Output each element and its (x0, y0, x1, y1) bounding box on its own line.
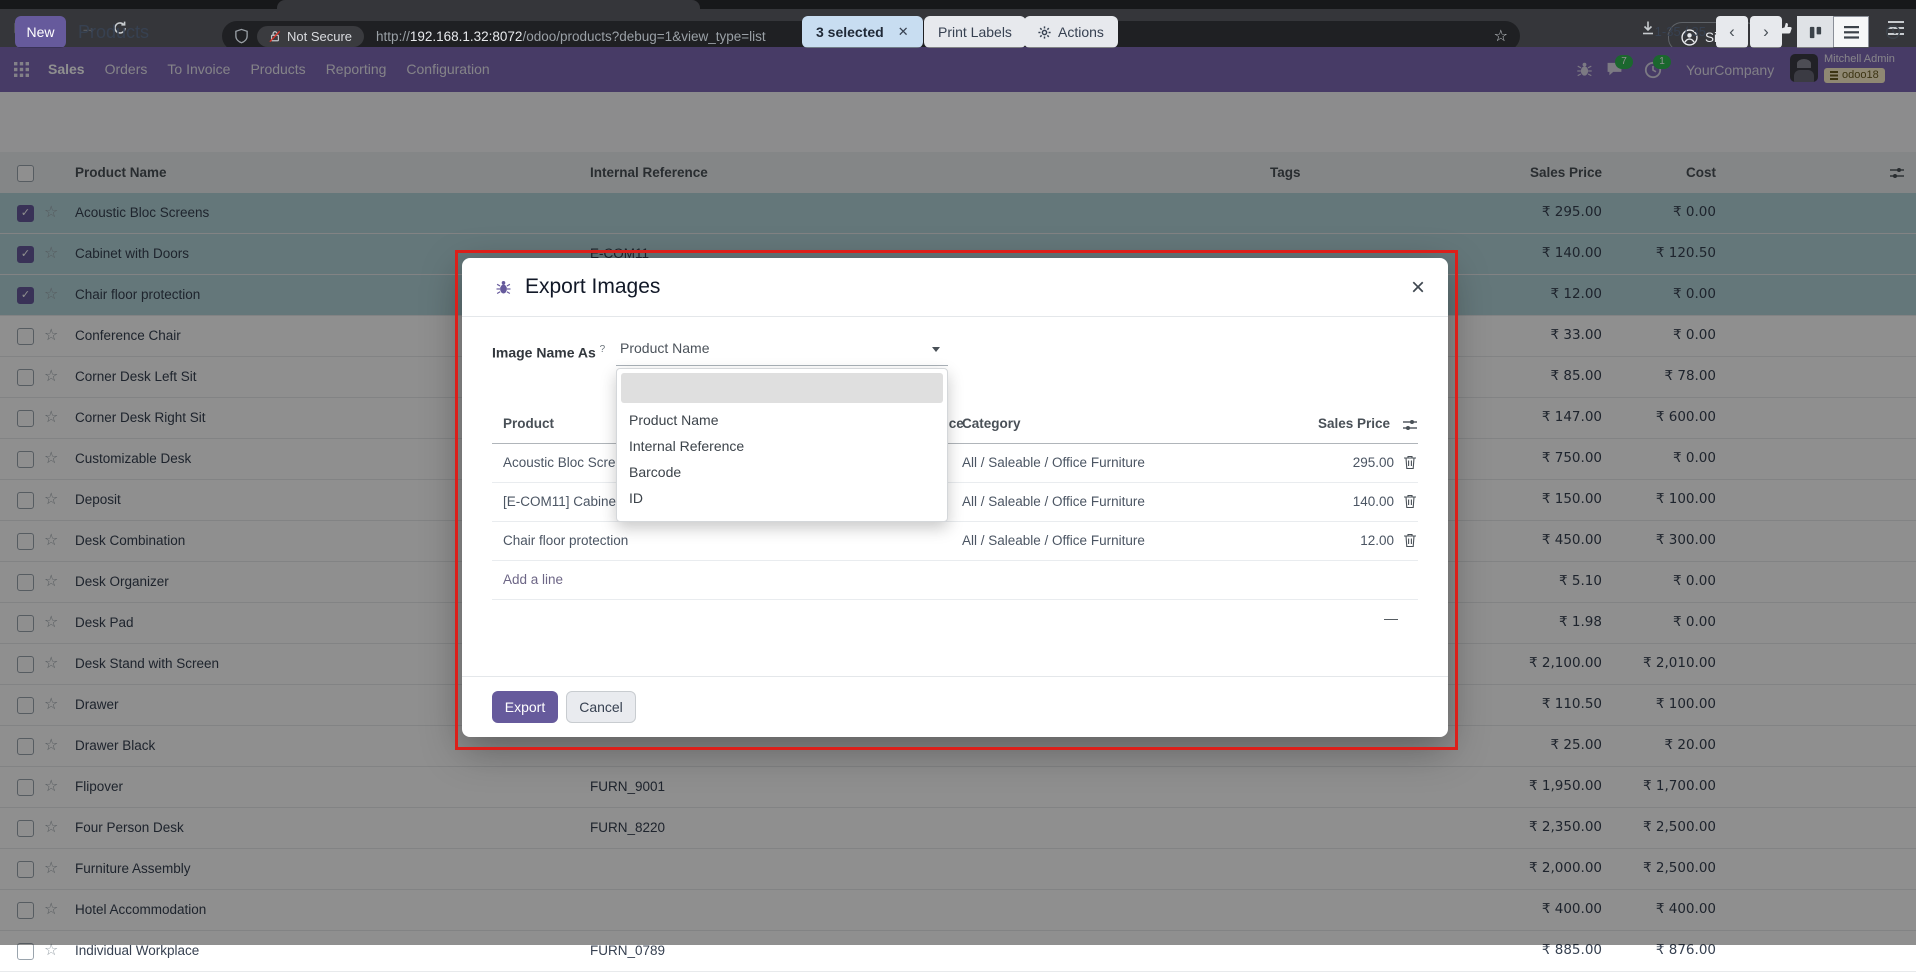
delete-line-icon[interactable] (1403, 533, 1417, 548)
cancel-button[interactable]: Cancel (566, 691, 636, 723)
export-line-row[interactable]: Chair floor protection All / Saleable / … (492, 522, 1418, 561)
add-a-line-link[interactable]: Add a line (492, 561, 1418, 600)
col-product[interactable]: Product (503, 406, 554, 442)
dropdown-option[interactable]: Product Name (617, 407, 947, 433)
line-sales-price: 295.00 (1353, 444, 1394, 481)
dialog-title: Export Images (525, 275, 660, 299)
select-value: Product Name (620, 340, 709, 356)
image-name-as-label: Image Name As ? (492, 344, 605, 361)
help-icon[interactable]: ? (600, 344, 606, 355)
line-sales-price: 12.00 (1360, 522, 1394, 559)
actions-label: Actions (1058, 24, 1104, 40)
dropdown-blank-option[interactable] (621, 373, 943, 403)
optional-columns-icon[interactable] (1402, 417, 1418, 433)
export-images-dialog: Export Images × Image Name As ? Product … (462, 258, 1448, 737)
pager-range: 1-35 / 35 (1628, 24, 1706, 39)
kanban-view-button[interactable] (1797, 16, 1833, 48)
url-text[interactable]: http://192.168.1.32:8072/odoo/products?d… (376, 29, 766, 44)
dialog-header: Export Images (462, 258, 1448, 317)
not-secure-chip[interactable]: Not Secure (257, 26, 364, 47)
clock-icon (1885, 24, 1901, 40)
chevron-down-icon (932, 347, 940, 352)
close-icon[interactable]: × (1402, 272, 1434, 304)
kanban-icon (1808, 25, 1823, 40)
dropdown-option[interactable]: Internal Reference (617, 433, 947, 459)
list-view-button[interactable] (1833, 16, 1869, 48)
line-category: All / Saleable / Office Furniture (962, 444, 1145, 481)
col-category[interactable]: Category (962, 406, 1021, 442)
selection-chip: 3 selected ✕ (802, 16, 923, 48)
broken-lock-icon (269, 30, 281, 43)
print-labels-button[interactable]: Print Labels (924, 16, 1026, 48)
dropdown-option[interactable]: Barcode (617, 459, 947, 485)
new-button[interactable]: New (15, 16, 66, 48)
activity-view-button[interactable] (1875, 16, 1911, 48)
price-sum-placeholder: — (492, 600, 1418, 626)
bug-icon (495, 279, 512, 296)
not-secure-label: Not Secure (287, 29, 352, 44)
delete-line-icon[interactable] (1403, 455, 1417, 470)
page-title: Products (78, 22, 149, 43)
line-product[interactable]: Chair floor protection (503, 522, 628, 559)
gear-icon (1038, 26, 1051, 39)
row-checkbox[interactable] (17, 943, 34, 960)
selection-count: 3 selected (816, 24, 884, 40)
list-icon (1844, 26, 1859, 39)
pager-next-button[interactable]: › (1750, 16, 1782, 48)
actions-button[interactable]: Actions (1024, 16, 1118, 48)
site-info-shield-icon[interactable] (234, 28, 249, 44)
line-category: All / Saleable / Office Furniture (962, 483, 1145, 520)
line-category: All / Saleable / Office Furniture (962, 522, 1145, 559)
url-scheme: http:// (376, 29, 410, 44)
clear-selection-icon[interactable]: ✕ (898, 24, 909, 40)
bookmark-star-icon[interactable]: ☆ (1494, 26, 1508, 46)
image-name-as-select[interactable]: Product Name (616, 332, 948, 366)
url-path: /odoo/products?debug=1&view_type=list (522, 29, 765, 44)
select-dropdown: Product NameInternal ReferenceBarcodeID (616, 368, 948, 522)
pager-previous-button[interactable]: ‹ (1716, 16, 1748, 48)
col-sales-price[interactable]: Sales Price (1318, 406, 1390, 442)
delete-line-icon[interactable] (1403, 494, 1417, 509)
browser-active-tab[interactable] (277, 0, 700, 9)
dropdown-option[interactable]: ID (617, 485, 947, 511)
export-button[interactable]: Export (492, 691, 558, 723)
url-host: 192.168.1.32:8072 (410, 29, 523, 44)
dialog-footer: Export Cancel (462, 676, 1448, 738)
line-sales-price: 140.00 (1353, 483, 1394, 520)
